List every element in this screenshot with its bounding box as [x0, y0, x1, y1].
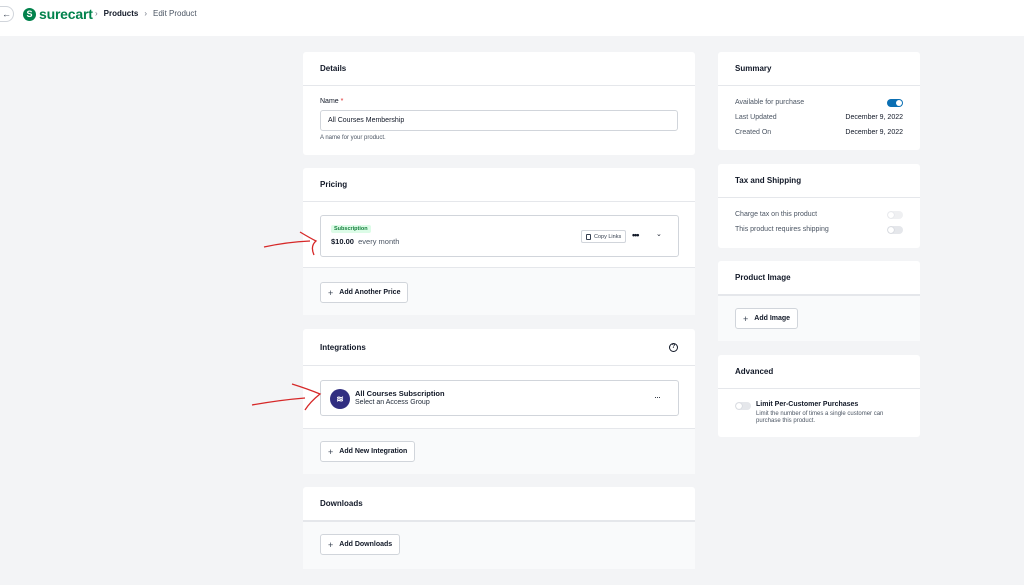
pricing-title: Pricing — [303, 168, 695, 202]
chevron-right-icon: › — [95, 9, 98, 18]
plus-icon: + — [328, 287, 334, 298]
integrations-header: Integrations ? — [303, 329, 695, 366]
more-options-icon[interactable]: ••• — [632, 230, 640, 240]
integration-item[interactable]: ≋ All Courses Subscription Select an Acc… — [320, 380, 679, 416]
plus-icon: + — [328, 539, 334, 550]
details-card: Details Name * All Courses Membership A … — [303, 52, 695, 155]
tax-shipping-title: Tax and Shipping — [718, 164, 920, 198]
downloads-card: Downloads + Add Downloads — [303, 487, 695, 569]
breadcrumb-current: Edit Product — [153, 9, 197, 18]
charge-tax-row: Charge tax on this product — [735, 211, 903, 219]
more-options-icon[interactable]: ··· — [654, 392, 661, 402]
plus-icon: + — [743, 313, 749, 324]
breadcrumb-products[interactable]: Products — [104, 9, 139, 18]
subscription-badge: Subscription — [331, 225, 371, 233]
pricing-card: Pricing Subscription $10.00 every month … — [303, 168, 695, 315]
chevron-down-icon[interactable]: ⌄ — [656, 230, 662, 238]
surecart-logo[interactable]: S surecart — [23, 6, 93, 22]
available-toggle[interactable] — [887, 99, 903, 107]
add-downloads-button[interactable]: + Add Downloads — [320, 534, 401, 555]
price-row[interactable]: Subscription $10.00 every month Copy Lin… — [320, 215, 679, 257]
surecart-logo-icon: S — [23, 7, 36, 21]
limit-purchases-desc: Limit the number of times a single custo… — [756, 411, 884, 424]
add-image-button[interactable]: + Add Image — [735, 308, 799, 329]
price-amount: $10.00 every month — [331, 237, 400, 246]
shipping-row: This product requires shipping — [735, 226, 903, 234]
last-updated-row: Last Updated December 9, 2022 — [735, 114, 903, 121]
shipping-toggle[interactable] — [887, 226, 903, 234]
plus-icon: + — [328, 446, 334, 457]
breadcrumb: › Products › Edit Product — [95, 9, 197, 18]
add-another-price-button[interactable]: + Add Another Price — [320, 282, 409, 303]
advanced-card: Advanced Limit Per-Customer Purchases Li… — [718, 355, 920, 437]
tax-shipping-card: Tax and Shipping Charge tax on this prod… — [718, 164, 920, 248]
downloads-title: Downloads — [303, 487, 695, 521]
top-bar: ← S surecart › Products › Edit Product — [0, 0, 1024, 36]
created-row: Created On December 9, 2022 — [735, 129, 903, 136]
clipboard-icon — [586, 233, 591, 240]
integration-title: All Courses Subscription — [355, 389, 445, 398]
name-help: A name for your product. — [320, 135, 386, 141]
limit-purchases-label: Limit Per-Customer Purchases — [756, 401, 859, 408]
product-image-card: Product Image + Add Image — [718, 261, 920, 341]
chevron-right-icon: › — [144, 9, 148, 18]
integrations-card: Integrations ? ≋ All Courses Subscriptio… — [303, 329, 695, 474]
name-label: Name * — [320, 98, 344, 105]
logo-text: surecart — [39, 6, 93, 22]
product-image-title: Product Image — [718, 261, 920, 295]
copy-links-button[interactable]: Copy Links — [581, 230, 627, 243]
charge-tax-toggle[interactable] — [887, 211, 903, 219]
arrow-left-icon: ← — [2, 9, 11, 19]
advanced-title: Advanced — [718, 355, 920, 389]
details-title: Details — [303, 52, 695, 86]
help-circle-icon[interactable]: ? — [669, 342, 678, 352]
summary-card: Summary Available for purchase Last Upda… — [718, 52, 920, 150]
name-input[interactable]: All Courses Membership — [320, 110, 678, 131]
integrations-title: Integrations — [320, 342, 366, 352]
back-button[interactable]: ← — [0, 6, 14, 22]
limit-purchases-toggle[interactable] — [735, 402, 751, 410]
integration-logo-icon: ≋ — [330, 389, 350, 409]
integration-subtitle: Select an Access Group — [355, 399, 430, 406]
summary-title: Summary — [718, 52, 920, 86]
add-new-integration-button[interactable]: + Add New Integration — [320, 441, 416, 462]
available-row: Available for purchase — [735, 99, 903, 107]
